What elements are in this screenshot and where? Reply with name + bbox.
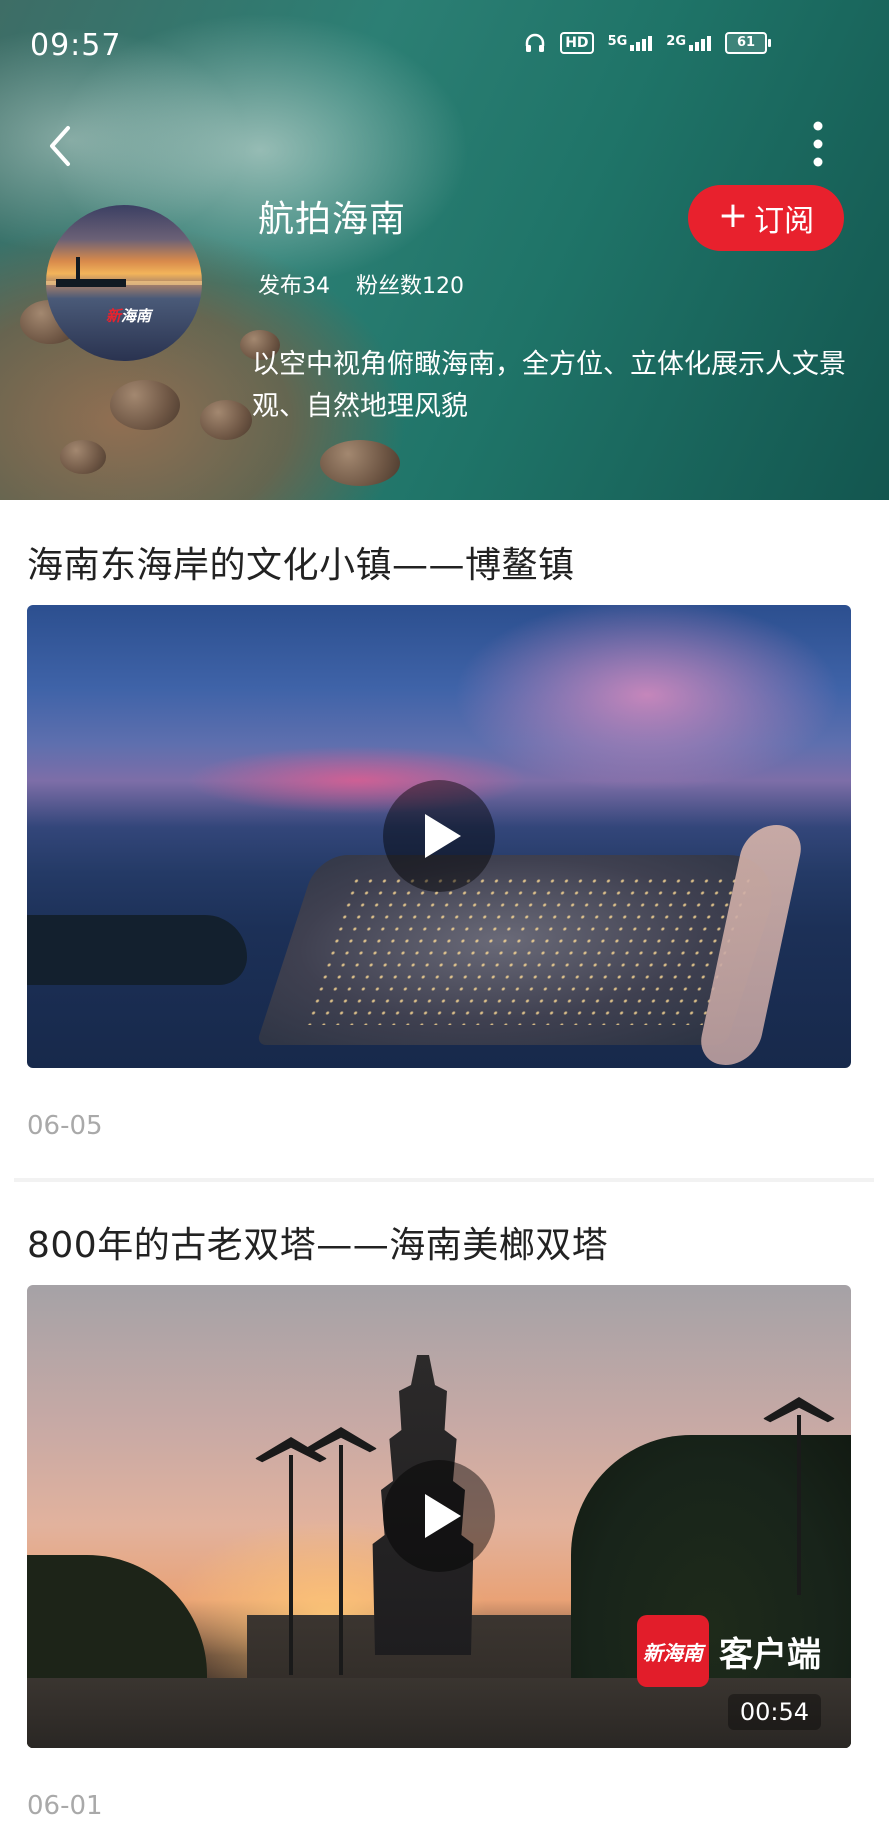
banner-rock bbox=[200, 400, 252, 440]
article-date: 06-01 bbox=[27, 1791, 103, 1821]
article-title[interactable]: 海南东海岸的文化小镇——博鳌镇 bbox=[27, 536, 575, 588]
battery-icon: 61 bbox=[725, 32, 771, 54]
signal-2g-icon: 2G bbox=[666, 35, 711, 51]
watermark: 新海南 客户端 bbox=[637, 1615, 821, 1687]
channel-page: 09:57 HD 5G 2G 61 新海南 航拍海南 发布34 粉丝数120 +… bbox=[0, 0, 889, 1827]
video-duration: 00:54 bbox=[727, 1694, 821, 1730]
watermark-logo: 新海南 bbox=[637, 1615, 709, 1687]
subscribe-label: 订阅 bbox=[754, 204, 815, 239]
watermark-text: 客户端 bbox=[719, 1634, 821, 1675]
article-title[interactable]: 800年的古老双塔——海南美榔双塔 bbox=[27, 1216, 608, 1268]
play-button[interactable] bbox=[383, 1460, 495, 1572]
channel-description: 以空中视角俯瞰海南，全方位、立体化展示人文景观、自然地理风貌 bbox=[252, 349, 846, 422]
status-icons: HD 5G 2G 61 bbox=[524, 32, 771, 54]
play-icon bbox=[425, 1494, 461, 1538]
more-options-icon[interactable] bbox=[806, 118, 830, 170]
hd-icon: HD bbox=[560, 32, 594, 54]
banner-rock bbox=[110, 380, 180, 430]
plus-icon: + bbox=[717, 195, 749, 236]
article-date: 06-05 bbox=[27, 1111, 103, 1141]
signal-5g-icon: 5G bbox=[608, 35, 653, 51]
posts-count: 发布34 bbox=[258, 274, 330, 299]
channel-stats: 发布34 粉丝数120 bbox=[258, 268, 464, 300]
video-thumbnail[interactable] bbox=[27, 605, 851, 1068]
play-icon bbox=[425, 814, 461, 858]
banner-rock bbox=[60, 440, 106, 474]
headphones-icon bbox=[525, 33, 545, 52]
status-bar: 09:57 HD 5G 2G 61 bbox=[0, 0, 889, 90]
play-button[interactable] bbox=[383, 780, 495, 892]
status-time: 09:57 bbox=[30, 28, 122, 63]
banner-rock bbox=[320, 440, 400, 486]
channel-header: 09:57 HD 5G 2G 61 新海南 航拍海南 发布34 粉丝数120 +… bbox=[0, 0, 889, 500]
channel-avatar: 新海南 bbox=[46, 205, 202, 361]
followers-count: 粉丝数120 bbox=[356, 274, 464, 299]
divider bbox=[14, 1178, 874, 1182]
channel-name: 航拍海南 bbox=[258, 199, 407, 240]
subscribe-button[interactable]: + 订阅 bbox=[688, 185, 844, 251]
video-thumbnail[interactable]: 新海南 客户端 00:54 bbox=[27, 1285, 851, 1748]
back-arrow-icon[interactable] bbox=[40, 118, 80, 174]
avatar-logo: 新海南 bbox=[106, 307, 152, 325]
